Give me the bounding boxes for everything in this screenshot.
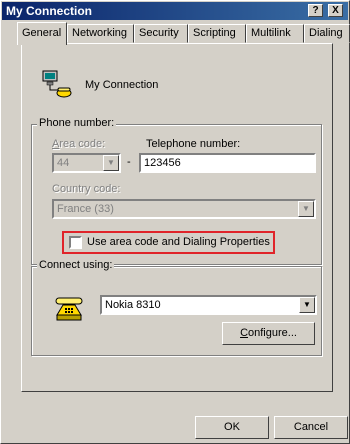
tab-networking[interactable]: Networking	[67, 24, 134, 43]
tab-dialing[interactable]: Dialing	[304, 24, 350, 43]
chevron-down-icon[interactable]: ▼	[299, 297, 315, 313]
connect-using-group: Connect using: Nokia 8310 ▼ Configure...	[31, 259, 322, 356]
area-dash: -	[127, 156, 131, 168]
dialog-window: My Connection ? X General Networking Sec…	[0, 0, 350, 444]
configure-button-text: onfigure...	[248, 327, 297, 339]
close-button[interactable]: X	[328, 4, 343, 17]
area-code-label-text: rea code:	[59, 138, 106, 150]
window-title: My Connection	[6, 4, 92, 18]
title-bar[interactable]: My Connection ? X	[2, 2, 348, 20]
telephone-number-input[interactable]: 123456	[139, 153, 316, 173]
area-code-label: Area code:	[52, 138, 106, 150]
telephone-number-label: Telephone number:	[146, 138, 241, 150]
modem-phone-icon	[53, 293, 85, 325]
cancel-button[interactable]: Cancel	[274, 416, 348, 439]
chevron-down-icon: ▼	[298, 201, 314, 217]
tab-scripting[interactable]: Scripting	[188, 24, 246, 43]
phone-number-group: Phone number: Area code: Telephone numbe…	[31, 117, 322, 265]
country-code-label: Country code:	[52, 183, 121, 195]
tab-general[interactable]: General	[17, 22, 67, 45]
chevron-down-icon: ▼	[103, 155, 119, 171]
tab-multilink[interactable]: Multilink	[246, 24, 304, 43]
configure-button[interactable]: Configure...	[222, 322, 315, 345]
area-code-value: 44	[57, 157, 70, 169]
device-combo[interactable]: Nokia 8310 ▼	[100, 295, 317, 315]
network-connection-icon	[41, 68, 73, 100]
connect-using-group-label: Connect using:	[37, 259, 115, 271]
general-tab-panel: My Connection Phone number: Area code: T…	[21, 43, 333, 392]
use-area-code-label[interactable]: Use area code and Dialing Properties	[87, 236, 270, 248]
phone-number-group-label: Phone number:	[37, 117, 117, 129]
area-code-combo: 44 ▼	[52, 153, 121, 173]
tab-security[interactable]: Security	[134, 24, 188, 43]
country-code-value: France (33)	[57, 203, 114, 215]
connection-name: My Connection	[85, 79, 159, 91]
country-code-combo: France (33) ▼	[52, 199, 316, 219]
ok-button[interactable]: OK	[195, 416, 269, 439]
device-value: Nokia 8310	[105, 299, 161, 311]
use-area-code-checkbox[interactable]	[69, 236, 82, 249]
help-button[interactable]: ?	[308, 4, 323, 17]
